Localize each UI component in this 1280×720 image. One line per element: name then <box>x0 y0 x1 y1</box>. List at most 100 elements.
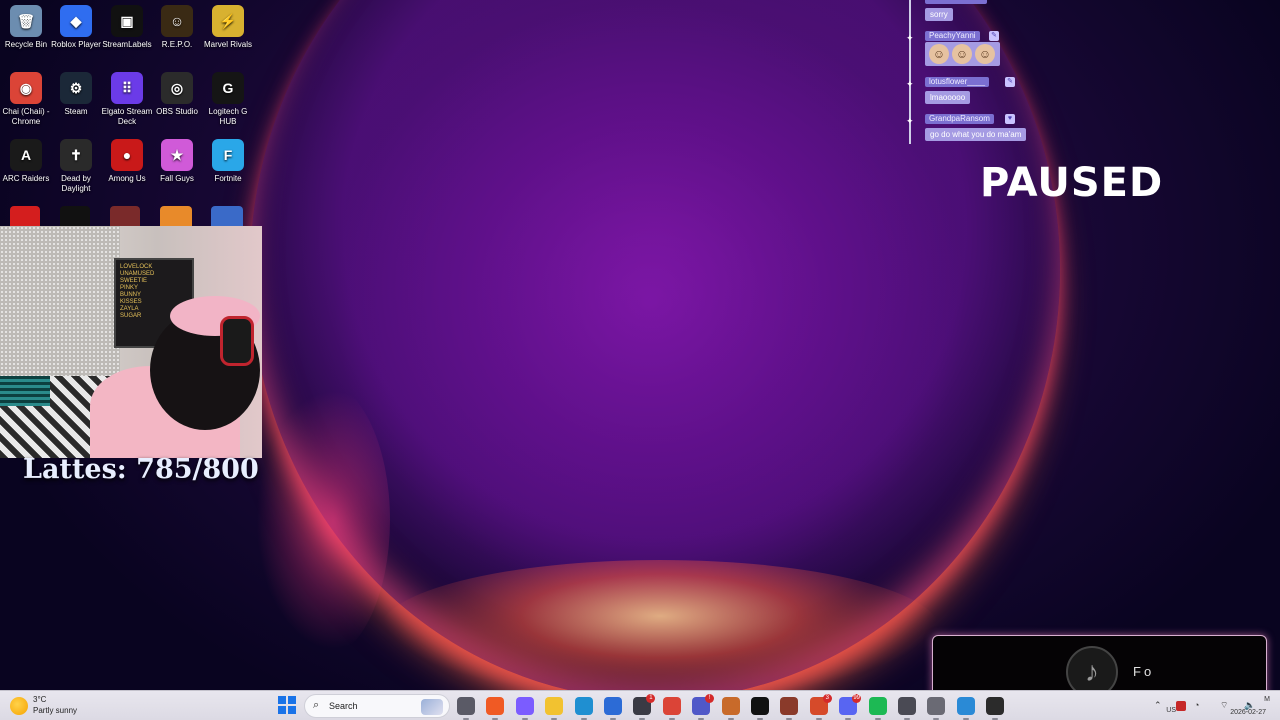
desktop-icon-label: Among Us <box>108 174 146 183</box>
discord-icon[interactable]: 99 <box>839 694 862 720</box>
desktop-icon-label: OBS Studio <box>156 107 198 116</box>
acrobat-icon[interactable] <box>10 206 40 228</box>
heart-icon: ♥ <box>1005 114 1015 124</box>
pencil-icon: ✎ <box>989 31 999 41</box>
chat-overlay: sorry ✦ PeachyYanni ✎ ☺ ☺ ☺ ✦ lotusflower_… <box>903 0 1053 144</box>
tray-app-icon[interactable] <box>927 697 946 720</box>
taskbar: 3°C Partly sunny ⌕ Search 1! 3 99 ⌃ ◔ ⌔ 🔈 … <box>0 690 1280 720</box>
notification-badge: ! <box>705 694 715 703</box>
wallpaper-glow-bottom <box>380 560 940 690</box>
chat-text: go do what you do ma'am <box>925 128 1027 141</box>
game-desktop-icon[interactable] <box>110 206 140 228</box>
search-icon: ⌕ <box>313 699 320 711</box>
system-tray: ⌃ ◔ ⌔ 🔈 US M 2026-02-27 <box>1080 691 1280 720</box>
desktop-icon-logitech[interactable]: G Logitech G HUB <box>202 67 254 127</box>
spotify-icon[interactable] <box>868 697 887 720</box>
desktop-icon-fall-guys[interactable]: ★ Fall Guys <box>151 134 203 184</box>
notification-badge: 1 <box>646 694 656 703</box>
desktop-icon-fortnite[interactable]: F Fortnite <box>202 134 254 184</box>
clock-date[interactable]: 2026-02-27 <box>1230 709 1266 716</box>
desktop-icon-repo[interactable]: ☺ R.E.P.O. <box>151 0 203 50</box>
tray-app-icon[interactable] <box>1176 701 1186 711</box>
chrome-icon[interactable] <box>662 697 681 720</box>
chat-text: lmaooooo <box>925 91 971 104</box>
candy-desktop-icon[interactable] <box>160 206 192 228</box>
webcam-feed: LOVELOCK UNAMUSED SWEETIE PINKY BUNNY KISSES Z… <box>0 226 262 458</box>
store-icon[interactable]: 1 <box>633 694 656 720</box>
chat-username <box>925 0 987 4</box>
desktop-icon-roblox[interactable]: ◆ Roblox Player <box>50 0 102 50</box>
chevron-up-icon[interactable]: ⌃ <box>1154 700 1162 711</box>
chat-emote: ☺ <box>952 44 972 64</box>
desktop-icon-dead-by-daylight[interactable]: ✝ Dead by Daylight <box>50 134 102 194</box>
desktop-icon-arc-raiders[interactable]: A ARC Raiders <box>0 134 52 184</box>
calculator-icon[interactable] <box>898 697 916 720</box>
desktop-icon-label: Chai (Chaii) - Chrome <box>2 107 50 126</box>
marvel-rivals-icon: ⚡ <box>212 5 244 37</box>
pencil-icon: ✎ <box>1005 77 1015 87</box>
desktop-icon-label: Marvel Rivals <box>203 40 252 49</box>
tiktok-widget: ♪ Fo <box>932 635 1267 690</box>
desktop-icon-recycle-bin[interactable]: 🗑 Recycle Bin <box>0 0 52 50</box>
chat-emote: ☺ <box>929 44 949 64</box>
dead-by-daylight-icon: ✝ <box>60 139 92 171</box>
edge-icon[interactable] <box>574 697 593 720</box>
chat-text: sorry <box>925 8 953 21</box>
desktop-icon-label: Recycle Bin <box>4 40 48 49</box>
desktop-icon-steam[interactable]: ⚙ Steam <box>50 67 102 117</box>
desktop-icon-obs[interactable]: ◎ OBS Studio <box>151 67 203 117</box>
desktop-icon-label: R.E.P.O. <box>161 40 193 49</box>
search-box[interactable]: ⌕ Search <box>304 694 450 718</box>
wifi-icon[interactable]: ⌔ <box>1220 700 1228 711</box>
search-highlight-icon <box>421 699 443 715</box>
chalkboard-line: BUNNY <box>120 292 142 298</box>
weather-desc: Partly sunny <box>33 706 78 715</box>
chat-emote: ☺ <box>975 44 995 64</box>
hidden-icon-row <box>0 204 262 228</box>
search-label: Search <box>329 701 358 711</box>
game-icon[interactable]: 3 <box>809 694 832 720</box>
tiktok-widget-text: Fo <box>1133 664 1155 679</box>
weather-temp: 3°C <box>33 695 47 704</box>
desktop-icon-among-us[interactable]: ● Among Us <box>101 134 153 184</box>
chat-username: GrandpaRansom <box>925 114 994 124</box>
start-button[interactable] <box>278 696 296 714</box>
chat-username: lotusflower____ <box>925 77 990 87</box>
chat-emotes: ☺ ☺ ☺ <box>925 42 1000 66</box>
arc-raiders-icon: A <box>10 139 42 171</box>
desktop-icon-label: Fall Guys <box>160 174 194 183</box>
streamlabels-icon: ▣ <box>111 5 143 37</box>
desktop-icon-chrome[interactable]: ◉ Chai (Chaii) - Chrome <box>0 67 52 127</box>
network-icon[interactable]: ◔ <box>1194 700 1199 710</box>
star-icon: ✦ <box>906 116 914 126</box>
task-view-icon[interactable] <box>457 697 475 720</box>
desktop-icon-stream-deck[interactable]: ⠿ Elgato Stream Deck <box>101 67 153 127</box>
stream-deck-icon: ⠿ <box>111 72 143 104</box>
creature-icon[interactable] <box>721 697 740 720</box>
app-icon[interactable] <box>780 697 799 720</box>
window-icon[interactable] <box>956 697 975 720</box>
language-indicator[interactable]: US <box>1166 707 1176 714</box>
obs-icon[interactable] <box>986 697 1005 720</box>
obs-icon: ◎ <box>161 72 193 104</box>
chrome-icon: ◉ <box>10 72 42 104</box>
weather-widget[interactable]: 3°C Partly sunny <box>10 695 100 717</box>
chat-username: PeachyYanni <box>925 31 980 41</box>
chalkboard-line: PINKY <box>120 285 139 291</box>
partly-sunny-icon <box>10 697 28 715</box>
clock-time[interactable]: M <box>1264 696 1270 703</box>
photo-app-icon[interactable] <box>604 697 622 720</box>
game2-desktop-icon[interactable] <box>211 206 243 228</box>
roblox-icon: ◆ <box>60 5 92 37</box>
logitech-icon: G <box>212 72 244 104</box>
tiktok-desktop-icon[interactable] <box>60 206 90 228</box>
tiktok-icon[interactable] <box>751 697 769 720</box>
brave-icon[interactable] <box>486 697 505 720</box>
desktop-icon-streamlabels[interactable]: ▣ StreamLabels <box>101 0 153 50</box>
copilot-icon[interactable] <box>515 697 534 720</box>
teams-icon[interactable]: ! <box>692 694 715 720</box>
star-icon: ✦ <box>906 33 914 43</box>
webcam-pillow <box>0 376 50 406</box>
file-explorer-icon[interactable] <box>545 697 564 720</box>
desktop-icon-marvel-rivals[interactable]: ⚡ Marvel Rivals <box>202 0 254 50</box>
